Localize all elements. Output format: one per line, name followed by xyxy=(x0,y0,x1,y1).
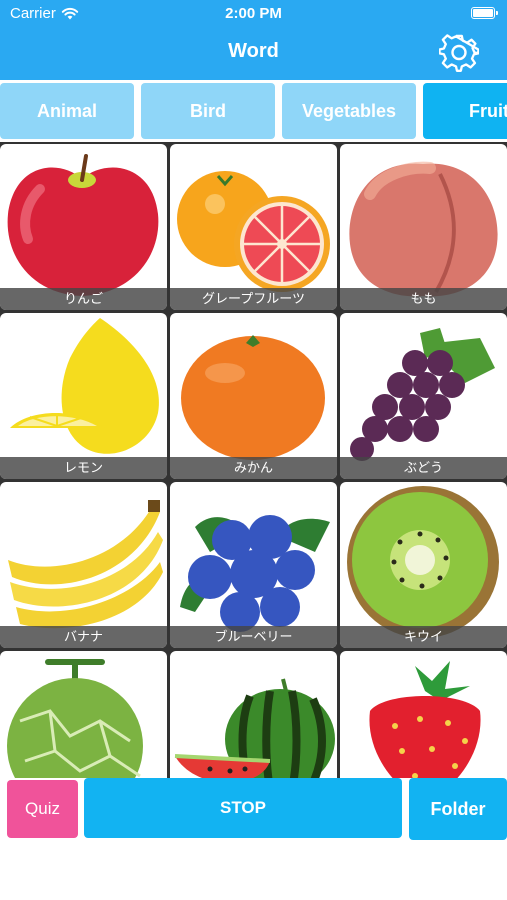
watermelon-picture xyxy=(174,678,335,778)
tab-bird[interactable]: Bird xyxy=(141,83,275,139)
page-title: Word xyxy=(228,40,279,62)
stop-button[interactable]: STOP xyxy=(84,778,402,838)
melon-picture xyxy=(7,659,143,778)
card-label: グレープフルーツ xyxy=(170,288,337,310)
card-label: ぶどう xyxy=(340,457,507,479)
tab-fruit[interactable]: Fruit xyxy=(423,83,507,139)
card-banana[interactable]: バナナ xyxy=(0,482,167,648)
card-label: りんご xyxy=(0,288,167,310)
card-melon[interactable] xyxy=(0,651,167,778)
card-grapefruit[interactable]: グレープフルーツ xyxy=(170,144,337,310)
card-watermelon[interactable] xyxy=(170,651,337,778)
apple-picture xyxy=(7,154,159,296)
card-grapes[interactable]: ぶどう xyxy=(340,313,507,479)
lemon-picture xyxy=(10,318,159,454)
card-strawberry[interactable] xyxy=(340,651,507,778)
card-peach[interactable]: もも xyxy=(340,144,507,310)
mandarin-picture xyxy=(181,335,325,460)
card-label: ブルーベリー xyxy=(170,626,337,648)
card-label: キウイ xyxy=(340,626,507,648)
kiwi-picture xyxy=(347,486,499,638)
card-kiwi[interactable]: キウイ xyxy=(340,482,507,648)
status-bar: Carrier 2:00 PM xyxy=(0,0,507,28)
app-header: Carrier 2:00 PM Word xyxy=(0,0,507,80)
card-blueberry[interactable]: ブルーベリー xyxy=(170,482,337,648)
card-mandarin[interactable]: みかん xyxy=(170,313,337,479)
tab-vegetables[interactable]: Vegetables xyxy=(282,83,416,139)
blueberry-picture xyxy=(180,515,330,632)
card-label: みかん xyxy=(170,457,337,479)
word-card-grid: りんご グレープフルーツ もも レモン みかん ぶどう バナナ ブルーベリー キ… xyxy=(0,142,507,778)
card-lemon[interactable]: レモン xyxy=(0,313,167,479)
strawberry-picture xyxy=(369,661,481,778)
card-label: バナナ xyxy=(0,626,167,648)
category-tabs: Animal Bird Vegetables Fruit xyxy=(0,80,507,142)
card-apple[interactable]: りんご xyxy=(0,144,167,310)
grapes-picture xyxy=(350,328,495,461)
bottom-action-bar: Quiz STOP Folder xyxy=(0,778,507,900)
banana-picture xyxy=(8,500,163,629)
battery-icon xyxy=(471,7,498,19)
gear-icon[interactable] xyxy=(439,33,479,73)
status-time: 2:00 PM xyxy=(225,5,282,22)
tab-animal[interactable]: Animal xyxy=(0,83,134,139)
card-label: レモン xyxy=(0,457,167,479)
card-label: もも xyxy=(340,288,507,310)
grapefruit-picture xyxy=(177,171,330,292)
quiz-button[interactable]: Quiz xyxy=(7,780,78,838)
peach-picture xyxy=(349,161,498,297)
folder-button[interactable]: Folder xyxy=(409,778,507,840)
